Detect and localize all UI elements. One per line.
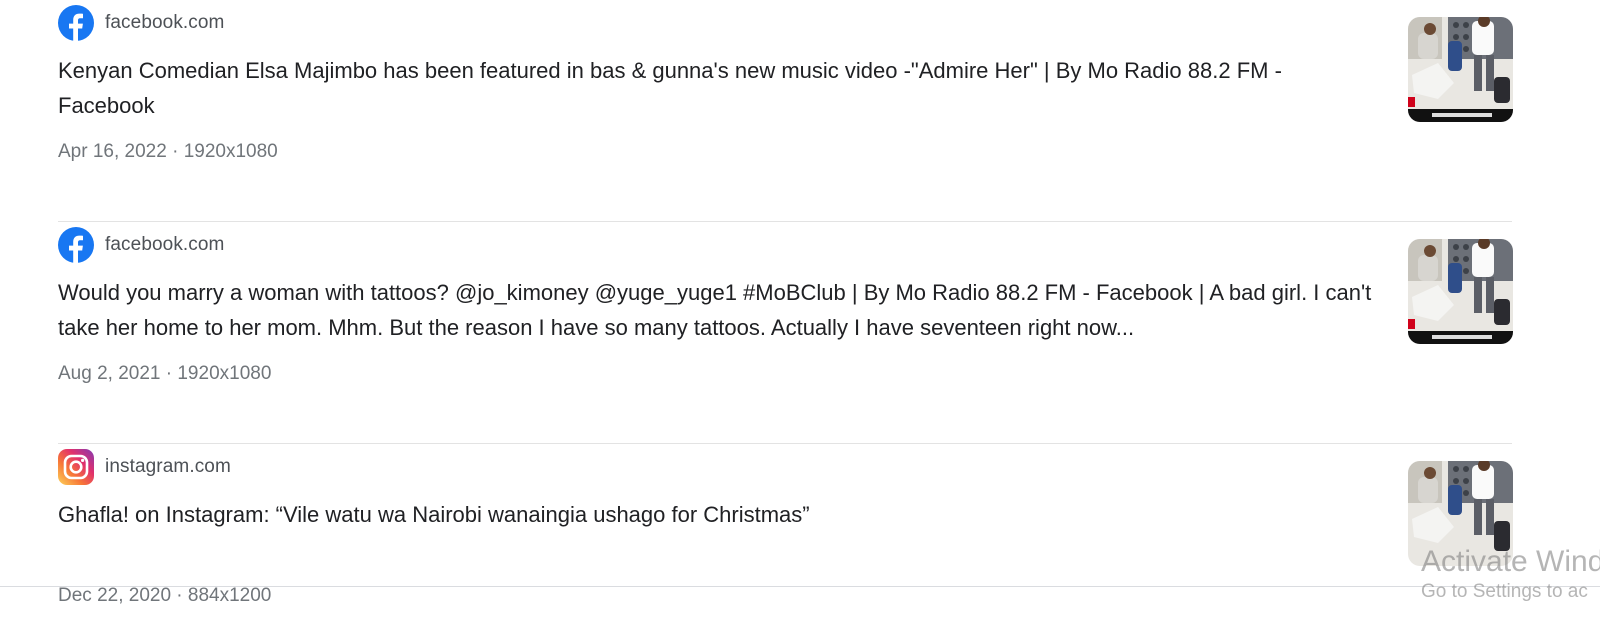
result-meta: Dec 22, 2020 · 884x1200 (58, 585, 272, 606)
result-source[interactable]: instagram.com (58, 449, 231, 485)
results-list: facebook.com Kenyan Comedian Elsa Majimb… (58, 0, 1513, 634)
result-title[interactable]: Kenyan Comedian Elsa Majimbo has been fe… (58, 53, 1382, 123)
watermark-title: Activate Wind (1421, 545, 1600, 578)
result-source[interactable]: facebook.com (58, 227, 225, 263)
windows-activation-watermark: Activate Wind Go to Settings to ac (1421, 544, 1600, 604)
site-name: facebook.com (105, 12, 225, 33)
result-title[interactable]: Ghafla! on Instagram: “Vile watu wa Nair… (58, 497, 1382, 532)
result-thumbnail[interactable] (1408, 17, 1513, 122)
result-title[interactable]: Would you marry a woman with tattoos? @j… (58, 275, 1382, 345)
instagram-icon (58, 449, 94, 485)
result-item: facebook.com Would you marry a woman wit… (58, 222, 1513, 444)
thumbnail-image (1408, 17, 1513, 122)
result-meta: Aug 2, 2021 · 1920x1080 (58, 363, 272, 384)
site-name: facebook.com (105, 234, 225, 255)
facebook-icon (58, 5, 94, 41)
result-item: facebook.com Kenyan Comedian Elsa Majimb… (58, 0, 1513, 222)
result-source[interactable]: facebook.com (58, 5, 225, 41)
site-name: instagram.com (105, 456, 231, 477)
result-item: instagram.com Ghafla! on Instagram: “Vil… (58, 444, 1513, 634)
result-meta: Apr 16, 2022 · 1920x1080 (58, 141, 278, 162)
bottom-divider (0, 586, 1600, 587)
facebook-icon (58, 227, 94, 263)
watermark-subtitle: Go to Settings to ac (1421, 581, 1588, 602)
result-thumbnail[interactable] (1408, 239, 1513, 344)
thumbnail-image (1408, 239, 1513, 344)
